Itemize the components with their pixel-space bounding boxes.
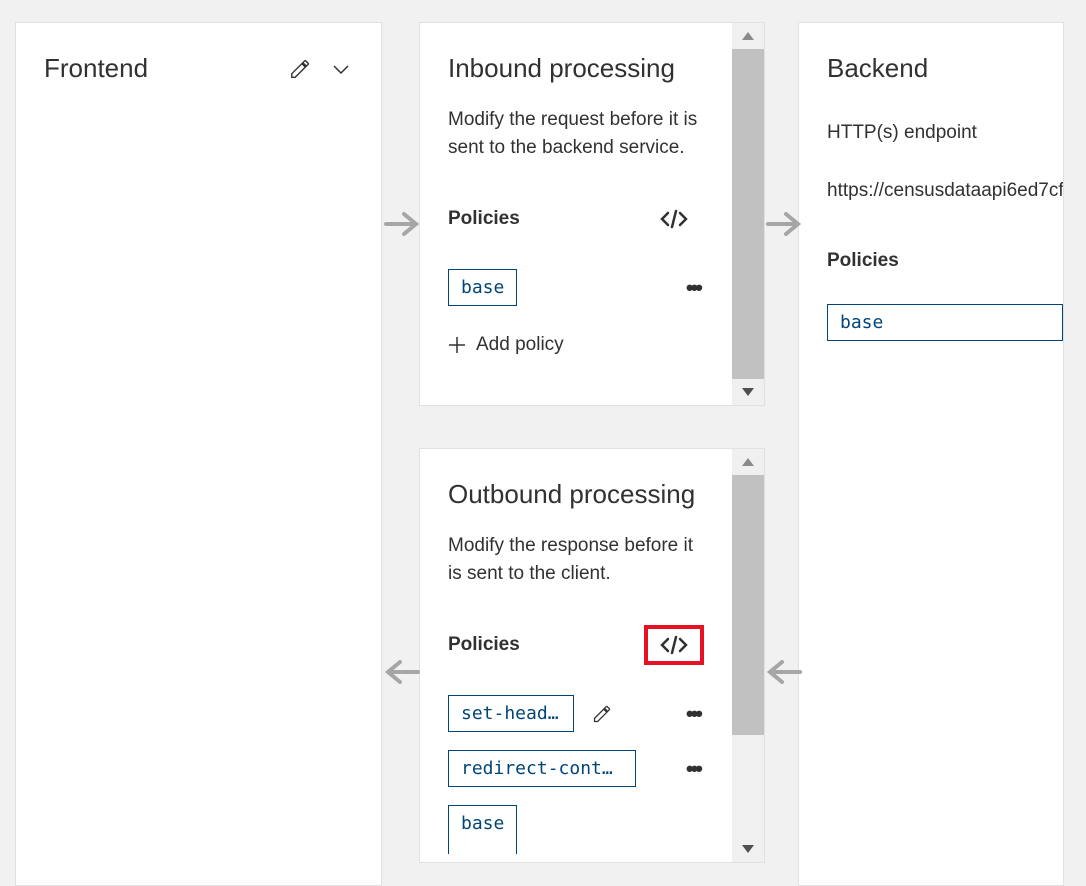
outbound-panel: Outbound processing Modify the response … <box>419 448 765 863</box>
inbound-policies-label: Policies <box>448 208 520 230</box>
policy-chip-base[interactable]: base <box>827 304 1063 341</box>
outbound-title: Outbound processing <box>448 479 704 510</box>
policy-chip-base[interactable]: base <box>448 805 517 854</box>
arrow-right-icon <box>384 208 420 240</box>
plus-icon <box>448 336 466 354</box>
inbound-title: Inbound processing <box>448 53 704 84</box>
scroll-up-icon[interactable] <box>732 449 764 475</box>
arrow-left-icon <box>384 656 420 688</box>
scroll-thumb[interactable] <box>732 475 764 735</box>
more-icon[interactable]: ••• <box>686 756 704 782</box>
code-editor-icon[interactable] <box>644 625 704 665</box>
frontend-panel: Frontend <box>15 22 382 886</box>
pencil-icon[interactable] <box>289 58 311 80</box>
add-policy-label: Add policy <box>476 334 564 356</box>
outbound-policies-label: Policies <box>448 634 520 656</box>
arrow-left-icon <box>766 656 802 688</box>
more-icon[interactable]: ••• <box>686 701 704 727</box>
scrollbar[interactable] <box>732 449 764 862</box>
policy-chip-redirect[interactable]: redirect-conte… <box>448 750 636 787</box>
scrollbar[interactable] <box>732 23 764 405</box>
outbound-description: Modify the response before it is sent to… <box>448 532 704 587</box>
code-editor-icon[interactable] <box>644 199 704 239</box>
arrow-right-icon <box>766 208 802 240</box>
scroll-down-icon[interactable] <box>732 379 764 405</box>
chevron-down-icon[interactable] <box>329 57 353 81</box>
policy-chip-set-header[interactable]: set-head… <box>448 695 574 732</box>
inbound-panel: Inbound processing Modify the request be… <box>419 22 765 406</box>
scroll-up-icon[interactable] <box>732 23 764 49</box>
policy-chip-base[interactable]: base <box>448 269 517 306</box>
backend-policies-label: Policies <box>827 250 1063 272</box>
backend-panel: Backend HTTP(s) endpoint https://censusd… <box>798 22 1064 886</box>
inbound-description: Modify the request before it is sent to … <box>448 106 704 161</box>
scroll-thumb[interactable] <box>732 49 764 379</box>
backend-endpoint-url: https://censusdataapi6ed7cff3 <box>827 180 1063 202</box>
frontend-title: Frontend <box>44 53 148 84</box>
backend-title: Backend <box>827 53 1063 84</box>
add-policy-button[interactable]: Add policy <box>448 334 704 356</box>
more-icon[interactable]: ••• <box>686 275 704 301</box>
pencil-icon[interactable] <box>592 704 612 724</box>
backend-endpoint-label: HTTP(s) endpoint <box>827 122 1063 144</box>
scroll-down-icon[interactable] <box>732 836 764 862</box>
